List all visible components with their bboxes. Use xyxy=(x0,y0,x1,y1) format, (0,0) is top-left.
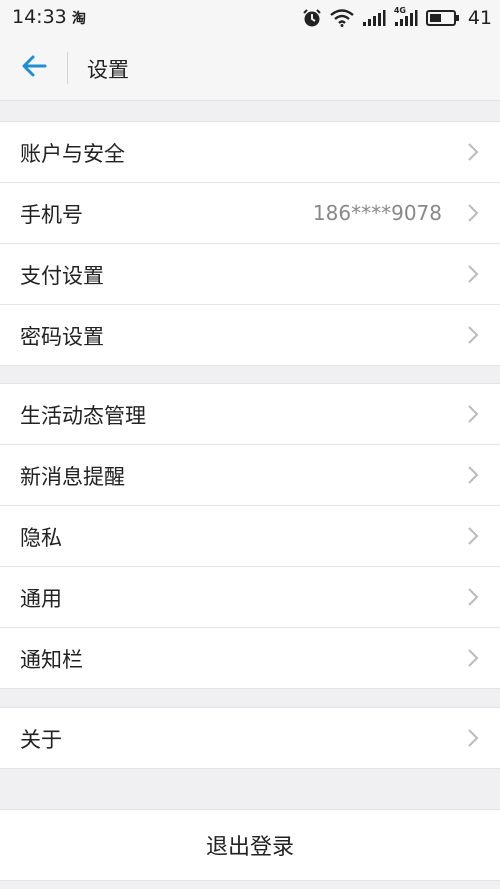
status-bar: 14:33 淘 4G 41 xyxy=(0,0,500,36)
settings-item-label: 通用 xyxy=(20,587,62,611)
back-button[interactable] xyxy=(14,50,54,86)
settings-item-life-feed[interactable]: 生活动态管理 xyxy=(0,384,500,445)
battery-level: 41 xyxy=(467,7,492,29)
header-divider xyxy=(67,52,68,84)
chevron-right-icon xyxy=(466,526,480,546)
battery-icon xyxy=(425,9,460,27)
settings-item-label: 生活动态管理 xyxy=(20,404,146,428)
wifi-icon xyxy=(330,9,354,27)
settings-item-label: 手机号 xyxy=(20,203,83,227)
alarm-icon xyxy=(302,8,322,28)
settings-group-account: 账户与安全 手机号 186****9078 支付设置 密码设置 xyxy=(0,121,500,366)
settings-item-about[interactable]: 关于 xyxy=(0,708,500,768)
settings-item-label: 隐私 xyxy=(20,526,62,550)
signal-4g-icon: 4G xyxy=(393,6,418,27)
settings-item-label: 支付设置 xyxy=(20,264,104,288)
chevron-right-icon xyxy=(466,142,480,162)
settings-item-account-security[interactable]: 账户与安全 xyxy=(0,122,500,183)
settings-item-password[interactable]: 密码设置 xyxy=(0,305,500,365)
chevron-right-icon xyxy=(466,203,480,223)
settings-item-label: 关于 xyxy=(20,728,62,752)
settings-item-phone[interactable]: 手机号 186****9078 xyxy=(0,183,500,244)
settings-item-label: 通知栏 xyxy=(20,648,83,672)
settings-item-label: 密码设置 xyxy=(20,325,104,349)
settings-item-general[interactable]: 通用 xyxy=(0,567,500,628)
settings-group-about: 关于 xyxy=(0,707,500,769)
settings-item-payment[interactable]: 支付设置 xyxy=(0,244,500,305)
settings-item-new-message-alert[interactable]: 新消息提醒 xyxy=(0,445,500,506)
settings-group-general: 生活动态管理 新消息提醒 隐私 通用 通知栏 xyxy=(0,383,500,689)
status-app-glyph: 淘 xyxy=(72,11,86,27)
header: 设置 xyxy=(0,36,500,101)
signal-icon xyxy=(362,9,386,27)
back-arrow-icon xyxy=(20,54,48,82)
settings-item-label: 账户与安全 xyxy=(20,142,125,166)
logout-button[interactable]: 退出登录 xyxy=(0,809,500,881)
page-title: 设置 xyxy=(87,58,129,82)
settings-item-notification-bar[interactable]: 通知栏 xyxy=(0,628,500,688)
settings-item-label: 新消息提醒 xyxy=(20,465,125,489)
status-icons: 4G 41 xyxy=(302,5,492,31)
settings-item-privacy[interactable]: 隐私 xyxy=(0,506,500,567)
chevron-right-icon xyxy=(466,325,480,345)
network-label: 4G xyxy=(393,6,406,15)
phone-number-value: 186****9078 xyxy=(312,201,442,225)
chevron-right-icon xyxy=(466,587,480,607)
chevron-right-icon xyxy=(466,264,480,284)
logout-label: 退出登录 xyxy=(205,835,294,860)
chevron-right-icon xyxy=(466,648,480,668)
chevron-right-icon xyxy=(466,728,480,748)
chevron-right-icon xyxy=(466,465,480,485)
chevron-right-icon xyxy=(466,404,480,424)
status-time: 14:33 xyxy=(12,6,67,28)
